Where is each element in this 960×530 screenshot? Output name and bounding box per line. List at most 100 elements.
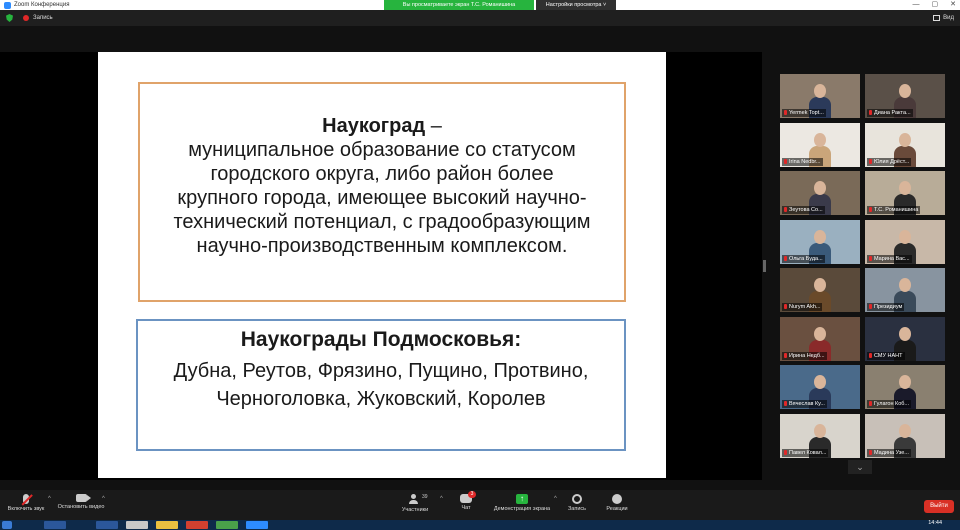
muted-mic-icon — [869, 255, 872, 261]
recording-label: Запись — [33, 15, 53, 21]
taskbar-app-icon[interactable] — [216, 521, 238, 529]
participant-name: Вячеслав Ку... — [782, 400, 827, 408]
muted-mic-icon — [784, 401, 787, 406]
taskbar-app-icon[interactable] — [126, 521, 148, 529]
unmute-label: Включить звук — [7, 506, 45, 512]
cities-list: Дубна, Реутов, Фрязино, Пущино, Протвино… — [138, 357, 624, 413]
participant-tile[interactable]: Вячеслав Ку... — [780, 365, 860, 409]
view-options-button[interactable]: Настройки просмотра ˅ — [536, 0, 616, 10]
minimize-button[interactable]: — — [913, 0, 920, 10]
unmute-button[interactable]: Включить звук — [6, 494, 46, 512]
participant-tile[interactable]: Павел Ковал... — [780, 413, 860, 458]
window-controls: — ▢ ✕ — [913, 0, 957, 10]
participant-tile[interactable]: Зеутова Со... — [780, 171, 860, 215]
participant-name: Ирина Недб... — [782, 351, 827, 360]
grid-view-icon — [933, 15, 941, 21]
participant-name-text: Марина Вас... — [874, 255, 910, 262]
muted-mic-icon — [869, 304, 872, 309]
muted-mic-icon — [869, 401, 872, 406]
participant-tile[interactable]: Президиум — [865, 268, 945, 312]
share-options-caret[interactable]: ^ — [554, 496, 557, 502]
cities-box: Наукограды Подмосковья: Дубна, Реутов, Ф… — [136, 319, 626, 451]
participant-tile[interactable]: Ирина Недб... — [780, 316, 860, 361]
participant-tile[interactable]: Гулагон Коб... — [865, 365, 945, 409]
video-options-caret[interactable]: ^ — [102, 496, 105, 502]
record-label: Запись — [567, 506, 587, 512]
encryption-shield-icon[interactable] — [6, 14, 13, 22]
participant-tile[interactable]: СМУ НАНТ — [865, 316, 945, 361]
participant-name: Марина Вас... — [867, 254, 912, 263]
participant-name-text: Yermek Topt... — [789, 110, 824, 116]
participant-name-text: Ольга Буда... — [789, 255, 823, 262]
participant-tile[interactable]: Irina Nedbr... — [780, 122, 860, 167]
app-title: Zoom Конференция — [4, 1, 69, 9]
zoom-window: Zoom Конференция Вы просматриваете экран… — [0, 0, 960, 530]
share-screen-button[interactable]: ↑ Демонстрация экрана — [490, 494, 554, 512]
definition-box: Наукоград – муниципальное образование со… — [138, 82, 626, 302]
chat-icon: 3 — [460, 491, 476, 503]
muted-mic-icon — [869, 207, 872, 212]
participant-name: Nurym Akh... — [782, 303, 823, 311]
muted-mic-icon — [784, 207, 787, 212]
participant-name-text: Гулагон Коб... — [874, 401, 910, 407]
participant-name: Yermek Topt... — [782, 109, 826, 117]
gallery-scroll-down-button[interactable]: ⌄ — [848, 460, 872, 474]
participant-tile[interactable]: Yermek Topt... — [780, 74, 860, 118]
panel-splitter-handle[interactable] — [763, 260, 766, 272]
participant-tile[interactable]: Диана Ракта... — [865, 74, 945, 118]
audio-options-caret[interactable]: ^ — [48, 496, 51, 502]
participants-options-caret[interactable]: ^ — [440, 496, 443, 502]
windows-taskbar: 14:44 — [0, 520, 960, 530]
participants-icon: 39 — [408, 494, 428, 505]
maximize-button[interactable]: ▢ — [932, 0, 939, 10]
meeting-toolbar: Включить звук ^ Остановить видео ^ 39 Уч… — [0, 490, 960, 520]
definition-line: технический потенциал, с градообразующим — [173, 211, 591, 233]
definition-line: крупного города, имеющее высокий научно- — [177, 187, 587, 209]
record-button[interactable]: Запись — [564, 494, 590, 512]
participant-name-text: Irina Nedbr... — [789, 158, 821, 165]
participant-name-text: Юлия Дрёст... — [874, 158, 910, 165]
participant-name-text: Вячеслав Ку... — [789, 401, 825, 407]
participant-name: Irina Nedbr... — [782, 157, 823, 166]
participant-name: СМУ НАНТ — [867, 351, 905, 360]
participant-tile[interactable]: Т.С. Романишина — [865, 171, 945, 215]
muted-mic-icon — [784, 110, 787, 115]
participant-tile[interactable]: Nurym Akh... — [780, 268, 860, 312]
participant-name: Гулагон Коб... — [867, 400, 912, 408]
definition-line: научно-производственным комплексом. — [196, 235, 568, 257]
participant-name: Мадина Узе... — [867, 448, 911, 457]
cities-heading: Наукограды Подмосковья: — [240, 328, 522, 351]
yandex-taskbar-icon[interactable] — [186, 521, 208, 529]
participant-tile[interactable]: Юлия Дрёст... — [865, 122, 945, 167]
word-taskbar-icon[interactable] — [96, 521, 118, 529]
start-menu-icon[interactable] — [2, 521, 12, 529]
participant-name: Президиум — [867, 303, 905, 311]
cities-line: Черноголовка, Жуковский, Королев — [216, 388, 546, 410]
participant-tile[interactable]: Марина Вас... — [865, 219, 945, 264]
participants-button[interactable]: 39 Участники — [398, 494, 432, 513]
folder-taskbar-icon[interactable] — [156, 521, 178, 529]
zoom-taskbar-icon[interactable] — [246, 521, 268, 529]
stop-video-button[interactable]: Остановить видео — [56, 494, 106, 510]
participant-name-text: Мадина Узе... — [874, 449, 909, 456]
taskbar-clock: 14:44 — [928, 520, 942, 526]
leave-meeting-button[interactable]: Выйти — [924, 500, 954, 513]
close-button[interactable]: ✕ — [950, 0, 956, 10]
participant-tile[interactable]: Ольга Буда... — [780, 219, 860, 264]
reactions-button[interactable]: Реакции — [602, 494, 632, 512]
participant-name: Т.С. Романишина — [867, 206, 921, 214]
participant-name-text: Т.С. Романишина — [874, 207, 919, 213]
view-button[interactable]: Вид — [933, 15, 954, 21]
definition-line: городского округа, либо район более — [210, 163, 554, 185]
participant-name: Ольга Буда... — [782, 254, 825, 263]
participant-name-text: Nurym Akh... — [789, 304, 821, 310]
term-dash: – — [425, 115, 442, 137]
participant-name-text: Президиум — [874, 304, 903, 310]
participant-tile[interactable]: Мадина Узе... — [865, 413, 945, 458]
chat-button[interactable]: 3 Чат — [456, 491, 476, 511]
participant-name-text: Павел Ковал... — [789, 449, 827, 456]
taskbar-app-icon[interactable] — [44, 521, 66, 529]
participant-name: Зеутова Со... — [782, 206, 825, 214]
participant-name: Павел Ковал... — [782, 448, 829, 457]
participant-name-text: Зеутова Со... — [789, 207, 823, 213]
